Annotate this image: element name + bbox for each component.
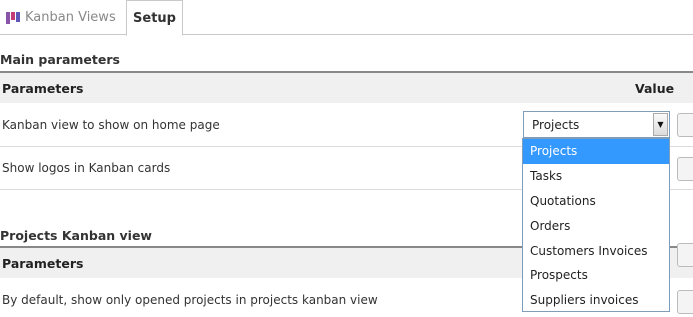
chevron-down-icon[interactable]: ▼ (653, 113, 668, 136)
toggle-button[interactable] (677, 157, 693, 181)
dropdown-option-orders[interactable]: Orders (523, 213, 669, 238)
save-button[interactable] (677, 113, 693, 137)
tab-kanban-views[interactable]: Kanban Views (0, 0, 120, 35)
dropdown-option-customers-invoices[interactable]: Customers Invoices (523, 238, 669, 263)
tab-setup[interactable]: Setup (126, 0, 183, 36)
kanban-board-icon (6, 11, 20, 24)
only-opened-projects-label: By default, show only opened projects in… (2, 293, 378, 307)
dropdown-option-tasks[interactable]: Tasks (523, 164, 669, 189)
tab-kanban-views-label: Kanban Views (25, 10, 116, 25)
tab-bar: Kanban Views Setup (0, 0, 693, 36)
kanban-view-dropdown[interactable]: Projects Tasks Quotations Orders Custome… (522, 138, 670, 312)
toggle-button[interactable] (677, 243, 693, 267)
dropdown-option-quotations[interactable]: Quotations (523, 189, 669, 214)
main-parameters-header: Parameters Value (0, 71, 693, 103)
main-parameters-title: Main parameters (0, 52, 120, 67)
dropdown-option-projects[interactable]: Projects (523, 139, 669, 164)
projects-kanban-title: Projects Kanban view (0, 228, 152, 243)
parameters-column-header: Parameters (2, 80, 84, 96)
dropdown-option-prospects[interactable]: Prospects (523, 263, 669, 288)
tab-setup-label: Setup (133, 10, 176, 26)
show-logos-label: Show logos in Kanban cards (2, 161, 171, 175)
select-value: Projects (532, 117, 580, 132)
toggle-button[interactable] (677, 290, 693, 314)
home-page-kanban-select[interactable]: Projects ▼ (523, 111, 670, 138)
value-column-header: Value (635, 80, 675, 96)
home-page-kanban-label: Kanban view to show on home page (2, 117, 220, 132)
parameters-column-header: Parameters (2, 255, 84, 271)
dropdown-option-suppliers-invoices[interactable]: Suppliers invoices (523, 288, 669, 313)
